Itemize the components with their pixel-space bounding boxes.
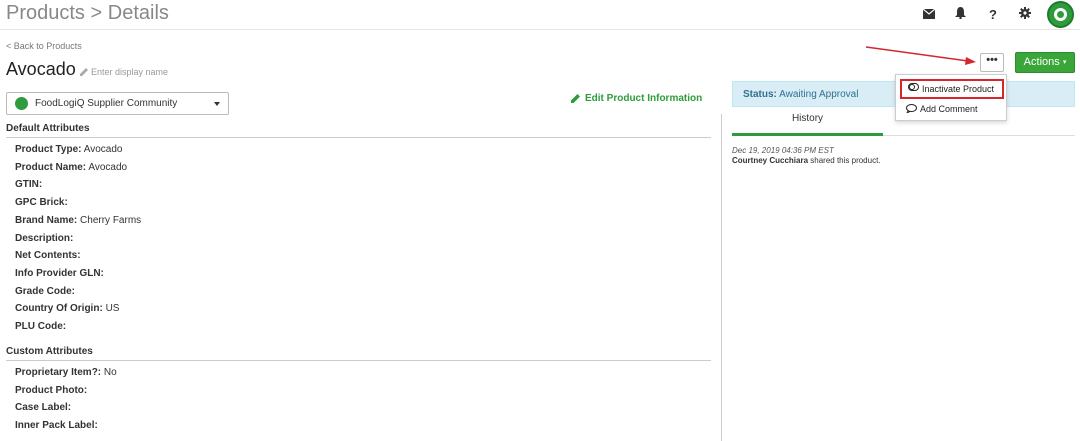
- default-attribute-row: GTIN:: [15, 179, 42, 190]
- default-attribute-value: Avocado: [88, 161, 128, 173]
- history-date: Dec 19, 2019 04:36 PM EST: [732, 146, 834, 155]
- bell-icon[interactable]: [951, 6, 969, 24]
- default-attribute-label: Description:: [15, 232, 74, 244]
- community-logo-icon: [15, 97, 28, 110]
- pencil-icon: [80, 68, 88, 76]
- mail-icon[interactable]: [920, 6, 938, 24]
- default-attribute-row: Brand Name: Cherry Farms: [15, 215, 141, 226]
- help-icon[interactable]: ?: [984, 6, 1002, 24]
- tab-history[interactable]: History: [732, 108, 883, 136]
- more-options-menu: Inactivate Product Add Comment: [895, 74, 1007, 121]
- custom-attribute-value: No: [103, 367, 117, 378]
- status-value: Awaiting Approval: [779, 89, 859, 100]
- default-attribute-value: Avocado: [83, 144, 123, 155]
- default-attribute-label: Product Type:: [15, 144, 82, 155]
- breadcrumb-products[interactable]: Products: [6, 2, 85, 24]
- custom-attribute-label: Product Photo:: [15, 384, 88, 396]
- custom-attribute-label: Proprietary Item?:: [15, 367, 102, 378]
- custom-attribute-row: Inner Pack Label:: [15, 420, 98, 431]
- annotation-arrow-line: [865, 46, 969, 62]
- pencil-icon: [571, 94, 580, 103]
- default-attribute-label: PLU Code:: [15, 321, 67, 332]
- edit-product-label: Edit Product Information: [585, 93, 703, 104]
- default-attribute-label: Country Of Origin:: [15, 303, 103, 315]
- custom-attribute-label: Inner Pack Label:: [15, 420, 98, 432]
- custom-attributes-heading: Custom Attributes: [6, 346, 711, 361]
- display-name-placeholder: Enter display name: [91, 67, 169, 77]
- toggle-icon: [908, 83, 919, 91]
- chevron-down-icon: [214, 102, 220, 106]
- add-comment-menu-item[interactable]: Add Comment: [900, 101, 978, 117]
- community-select-value: FoodLogiQ Supplier Community: [35, 98, 178, 109]
- default-attribute-label: Grade Code:: [15, 285, 76, 297]
- actions-label: Actions: [1023, 56, 1060, 68]
- top-bar: Products > Details ?: [0, 0, 1080, 30]
- default-attribute-row: Grade Code:: [15, 286, 75, 297]
- column-divider: [721, 114, 722, 441]
- custom-attribute-label: Case Label:: [15, 402, 72, 414]
- caret-down-icon: ▾: [1062, 59, 1067, 66]
- default-attribute-row: Description:: [15, 233, 73, 244]
- history-user: Courtney Cucchiara: [732, 156, 809, 165]
- default-attribute-row: Product Name: Avocado: [15, 162, 127, 173]
- community-select[interactable]: FoodLogiQ Supplier Community: [6, 92, 229, 115]
- default-attribute-label: Net Contents:: [15, 250, 81, 262]
- actions-button[interactable]: Actions ▾: [1015, 52, 1075, 73]
- inactivate-product-menu-item[interactable]: Inactivate Product: [900, 79, 1004, 99]
- gear-icon[interactable]: [1016, 6, 1034, 24]
- history-entry: Courtney Cucchiara shared this product.: [732, 156, 881, 165]
- comment-icon: [906, 104, 917, 113]
- default-attribute-row: PLU Code:: [15, 321, 66, 332]
- breadcrumb-separator: >: [90, 2, 103, 24]
- custom-attribute-row: Case Label:: [15, 402, 71, 413]
- breadcrumb-details: Details: [107, 2, 169, 24]
- default-attribute-row: GPC Brick:: [15, 197, 68, 208]
- default-attribute-label: Brand Name:: [15, 214, 78, 226]
- default-attribute-label: GPC Brick:: [15, 197, 68, 209]
- default-attribute-value: Cherry Farms: [80, 214, 142, 226]
- inactivate-product-label: Inactivate Product: [922, 84, 995, 94]
- default-attribute-label: Info Provider GLN:: [15, 267, 104, 279]
- default-attributes-heading: Default Attributes: [6, 123, 711, 138]
- default-attribute-row: Info Provider GLN:: [15, 268, 104, 279]
- foodlogiq-logo-icon[interactable]: [1047, 1, 1074, 28]
- default-attribute-label: GTIN:: [15, 179, 43, 191]
- breadcrumb: Products > Details: [6, 2, 169, 25]
- display-name-edit[interactable]: Enter display name: [80, 67, 168, 77]
- default-attribute-row: Product Type: Avocado: [15, 144, 122, 155]
- status-label: Status:: [743, 89, 777, 100]
- add-comment-label: Add Comment: [920, 104, 978, 114]
- back-to-products-link[interactable]: < Back to Products: [6, 41, 82, 51]
- edit-product-information-link[interactable]: Edit Product Information: [571, 93, 702, 104]
- default-attribute-value: US: [105, 303, 120, 315]
- annotation-arrow-head: [965, 57, 976, 65]
- history-action: shared this product.: [810, 156, 881, 165]
- custom-attribute-row: Product Photo:: [15, 385, 87, 396]
- custom-attribute-row: Proprietary Item?: No: [15, 367, 117, 378]
- product-title: Avocado: [6, 59, 76, 79]
- default-attribute-row: Net Contents:: [15, 250, 81, 261]
- default-attribute-row: Country Of Origin: US: [15, 303, 119, 314]
- more-options-button[interactable]: •••: [980, 53, 1004, 72]
- default-attribute-label: Product Name:: [15, 161, 87, 173]
